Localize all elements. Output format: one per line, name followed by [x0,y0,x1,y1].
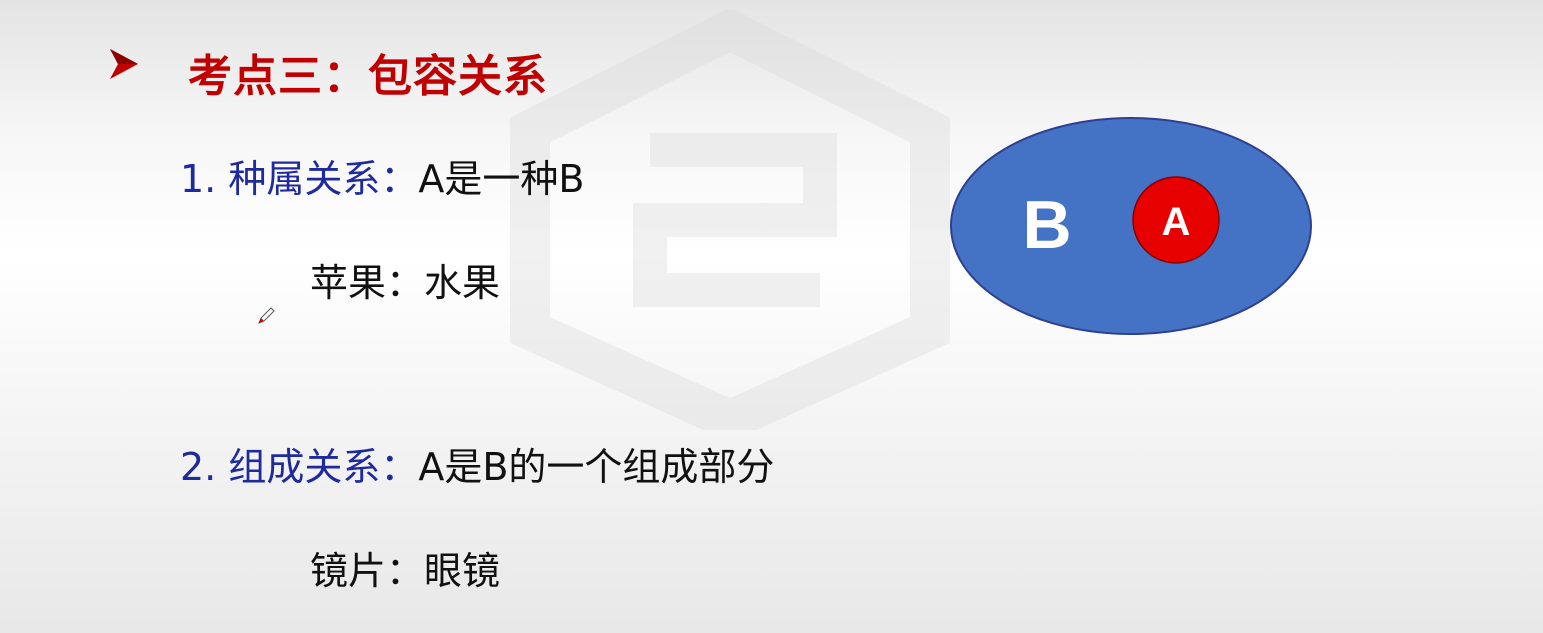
item-example: 苹果：水果 [310,261,501,305]
pen-cursor-icon [258,307,275,324]
item-description: A是一种B [418,157,585,201]
item-description: A是B的一个组成部分 [418,445,775,489]
item-genus-species: 1. 种属关系：A是一种B [180,148,584,203]
item-composition: 2. 组成关系：A是B的一个组成部分 [180,436,774,491]
section-heading: 考点三：包容关系 [188,51,548,102]
outer-set-ellipse [950,117,1312,335]
outer-set-label: B [1022,187,1071,263]
item-label: 2. 组成关系： [180,445,419,489]
item-label: 1. 种属关系： [180,157,419,201]
inner-set-label: A [1162,200,1191,244]
arrowhead-bullet-icon [110,49,138,79]
item-example: 镜片：眼镜 [310,549,501,593]
watermark-logo [510,10,950,430]
containment-diagram: B A [950,117,1312,335]
